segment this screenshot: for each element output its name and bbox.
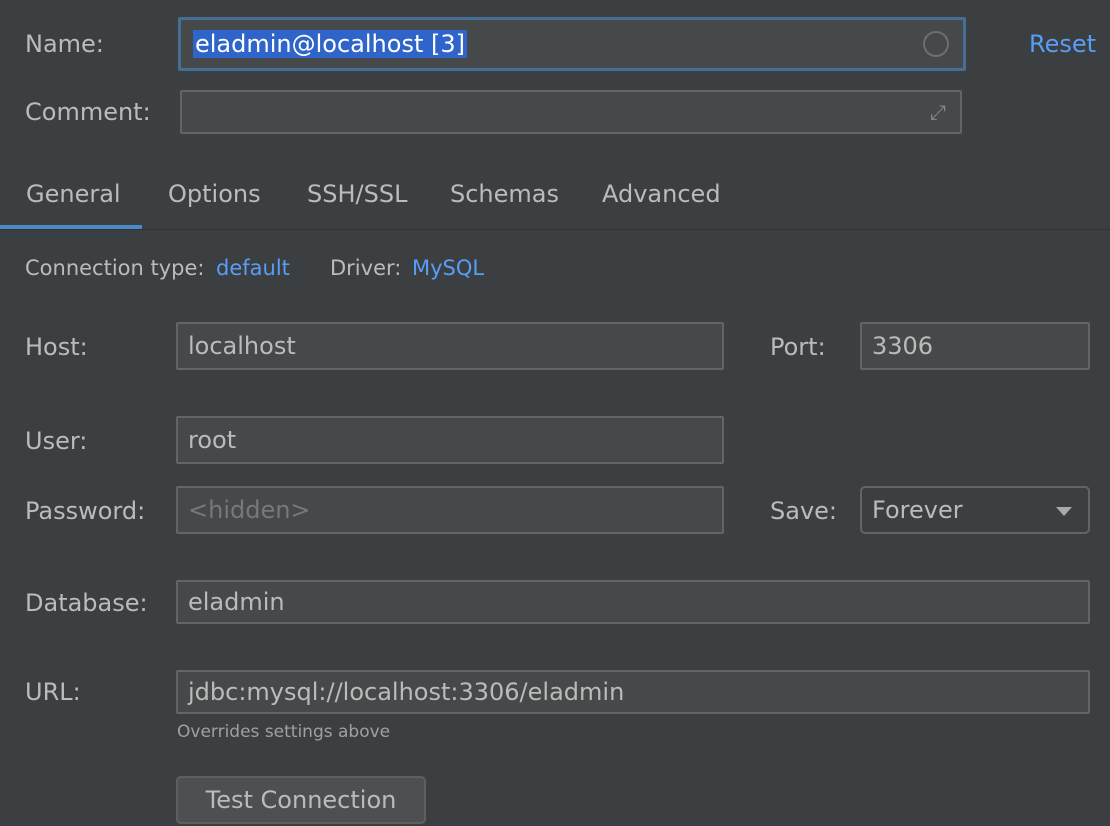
- port-label: Port:: [770, 333, 826, 361]
- host-input[interactable]: localhost: [176, 322, 724, 370]
- driver-link[interactable]: MySQL: [412, 256, 484, 280]
- url-input[interactable]: jdbc:mysql://localhost:3306/eladmin: [176, 670, 1090, 714]
- tab-advanced[interactable]: Advanced: [602, 180, 721, 208]
- database-input[interactable]: eladmin: [176, 580, 1090, 624]
- test-connection-button[interactable]: Test Connection: [176, 776, 426, 824]
- comment-label: Comment:: [25, 98, 151, 126]
- name-input[interactable]: eladmin@localhost [3]: [178, 17, 966, 71]
- tab-divider: [0, 229, 1110, 230]
- tab-options[interactable]: Options: [168, 180, 261, 208]
- port-input[interactable]: 3306: [860, 322, 1090, 370]
- user-label: User:: [25, 427, 88, 455]
- user-input[interactable]: root: [176, 416, 724, 464]
- tab-ssh-ssl[interactable]: SSH/SSL: [307, 180, 407, 208]
- driver-label: Driver:: [330, 256, 402, 280]
- password-input[interactable]: <hidden>: [176, 486, 724, 534]
- tab-general[interactable]: General: [26, 180, 121, 208]
- url-label: URL:: [25, 678, 81, 706]
- comment-input[interactable]: ⤢: [180, 90, 962, 134]
- expand-icon[interactable]: ⤢: [930, 100, 946, 124]
- save-select[interactable]: Forever: [860, 486, 1090, 534]
- save-value: Forever: [872, 496, 963, 524]
- password-label: Password:: [25, 497, 146, 525]
- database-label: Database:: [25, 589, 148, 617]
- save-label: Save:: [770, 497, 837, 525]
- reset-link[interactable]: Reset: [1029, 30, 1096, 58]
- loading-circle-icon: [923, 31, 949, 57]
- connection-type-link[interactable]: default: [216, 256, 290, 280]
- name-value: eladmin@localhost [3]: [193, 30, 467, 58]
- name-label: Name:: [25, 30, 104, 58]
- tab-schemas[interactable]: Schemas: [450, 180, 559, 208]
- url-hint: Overrides settings above: [177, 722, 391, 742]
- host-label: Host:: [25, 333, 88, 361]
- chevron-down-icon: [1056, 507, 1072, 516]
- connection-type-label: Connection type:: [25, 256, 205, 280]
